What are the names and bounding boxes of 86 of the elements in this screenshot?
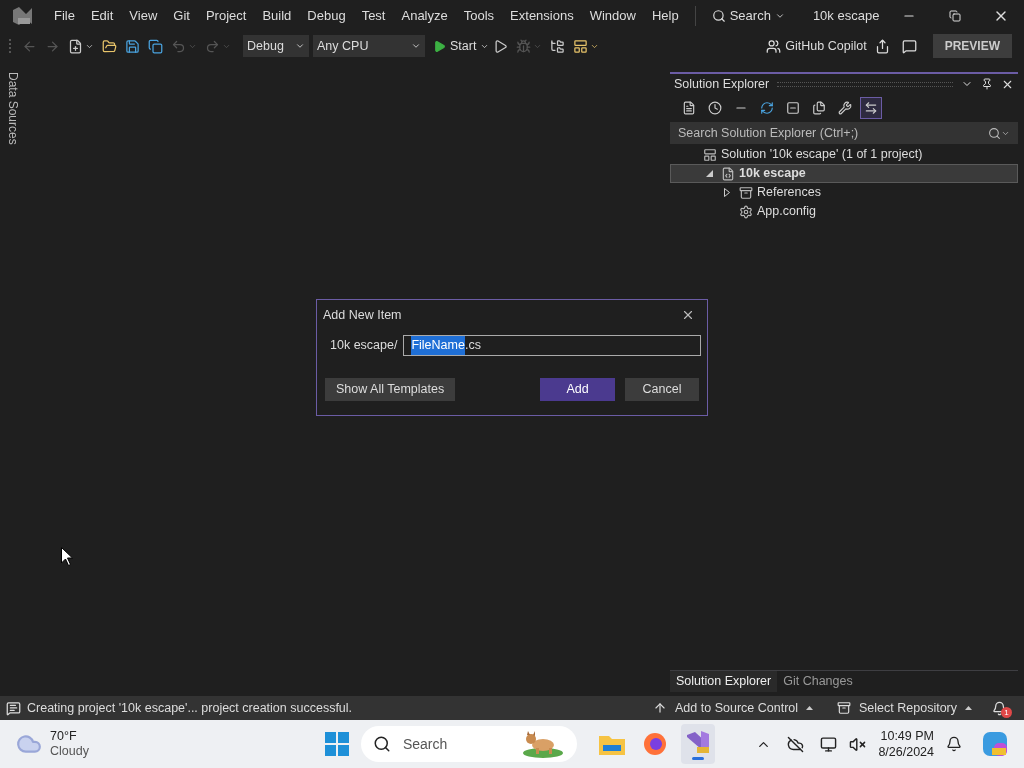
side-tab[interactable]: Data Sources [4, 72, 22, 145]
cancel-button[interactable]: Cancel [625, 378, 699, 401]
platform-dropdown[interactable]: Any CPU [313, 35, 425, 57]
restore-icon[interactable] [949, 10, 961, 22]
notification-count: 1 [1001, 706, 1012, 718]
repository-icon [837, 701, 852, 715]
menu-item[interactable]: Edit [82, 2, 122, 30]
wrench-icon[interactable] [838, 101, 852, 115]
path-label: 10k escape/ [330, 337, 398, 355]
caret-icon [774, 11, 785, 21]
menu-item[interactable]: Test [353, 2, 394, 30]
add-button[interactable]: Add [540, 378, 615, 401]
folder-app-icon[interactable] [598, 733, 625, 755]
caret-icon [295, 41, 305, 51]
window-title: 10k escape [812, 7, 880, 26]
tree-item[interactable]: References [670, 183, 1018, 202]
document-icon[interactable] [682, 101, 696, 115]
panel-title: Solution Explorer [674, 75, 770, 93]
bell-icon[interactable] [992, 700, 1007, 716]
tree-item-label: App.config [757, 203, 817, 221]
grip-icon [8, 38, 14, 54]
play-icon [433, 39, 446, 53]
people-icon [766, 38, 782, 54]
panel-tab[interactable]: Solution Explorer [670, 671, 778, 692]
mouse-cursor-icon [61, 547, 73, 566]
menu-item[interactable]: Tools [455, 2, 503, 30]
menu-item[interactable]: Extensions [502, 2, 582, 30]
search-icon [711, 9, 726, 23]
menu-item[interactable]: Debug [299, 2, 354, 30]
clock-icon[interactable] [708, 101, 722, 115]
notification-icon [6, 700, 21, 716]
search-icon [988, 126, 1001, 140]
feedback-icon[interactable] [901, 38, 917, 54]
copy-icon[interactable] [812, 101, 826, 115]
caret-up-icon [965, 706, 972, 710]
arrow-up-icon [653, 701, 668, 715]
menu-item[interactable]: Git [165, 2, 198, 30]
taskbar-search-field[interactable]: Search [360, 726, 577, 762]
tree-item-label: 10k escape [739, 165, 806, 183]
tree-item-label: Solution '10k escape' (1 of 1 project) [721, 146, 923, 164]
configuration-dropdown[interactable]: Debug [243, 35, 309, 57]
start-icon[interactable] [324, 732, 349, 756]
share-icon[interactable] [874, 38, 890, 54]
network-icon[interactable] [820, 735, 838, 753]
muted-speaker-icon[interactable] [849, 735, 867, 753]
copilot-button[interactable]: GitHub Copilot [766, 36, 867, 56]
search-icon [372, 735, 391, 753]
clock-date[interactable]: 8/26/2024 [878, 744, 934, 760]
expanded-arrow-icon[interactable] [705, 170, 713, 177]
refresh-icon[interactable] [760, 101, 774, 115]
panel-tab[interactable]: Git Changes [777, 671, 859, 692]
collapse-icon[interactable] [786, 101, 800, 115]
dialog-title: Add New Item [323, 306, 403, 324]
close-icon[interactable] [681, 308, 695, 322]
menu-item[interactable]: Build [254, 2, 300, 30]
tree-item[interactable]: App.config [670, 202, 1018, 221]
pin-icon[interactable] [981, 78, 993, 90]
tree-item-label: References [757, 184, 821, 202]
clock-time[interactable]: 10:49 PM [878, 728, 934, 744]
tree-item[interactable]: 10k escape [670, 164, 1018, 183]
caret-up-icon [806, 706, 814, 710]
source-control-button[interactable]: Add to Source Control [653, 698, 814, 718]
status-message: Creating project '10k escape'... project creation successful. [27, 699, 353, 717]
repository-button[interactable]: Select Repository [837, 698, 972, 718]
start-button[interactable]: Start [433, 36, 490, 56]
browser-app-icon[interactable] [642, 732, 667, 756]
menu-item[interactable]: View [121, 2, 166, 30]
copilot-icon[interactable] [982, 731, 1008, 757]
menu-item[interactable]: Help [643, 2, 687, 30]
collapsed-arrow-icon[interactable] [724, 188, 730, 197]
menu-item[interactable]: Window [581, 2, 644, 30]
preview-button[interactable]: PREVIEW [932, 34, 1012, 58]
notifications-icon[interactable] [946, 736, 962, 752]
cloud-off-icon[interactable] [787, 735, 805, 753]
caret-icon [411, 41, 421, 51]
menu-item[interactable]: Project [197, 2, 255, 30]
ide-app-icon[interactable] [684, 728, 711, 755]
search-button[interactable]: Search [703, 6, 793, 26]
tree-item[interactable]: Solution '10k escape' (1 of 1 project) [670, 145, 1018, 164]
app-logo-icon [12, 6, 34, 26]
search-field[interactable]: Search Solution Explorer (Ctrl+;) [670, 122, 1018, 144]
menu-item[interactable]: File [46, 2, 83, 30]
menu-item[interactable]: Analyze [393, 2, 456, 30]
show-templates-button[interactable]: Show All Templates [325, 378, 456, 401]
temperature: 70°F [50, 729, 78, 744]
weather-text: Cloudy [50, 744, 89, 759]
